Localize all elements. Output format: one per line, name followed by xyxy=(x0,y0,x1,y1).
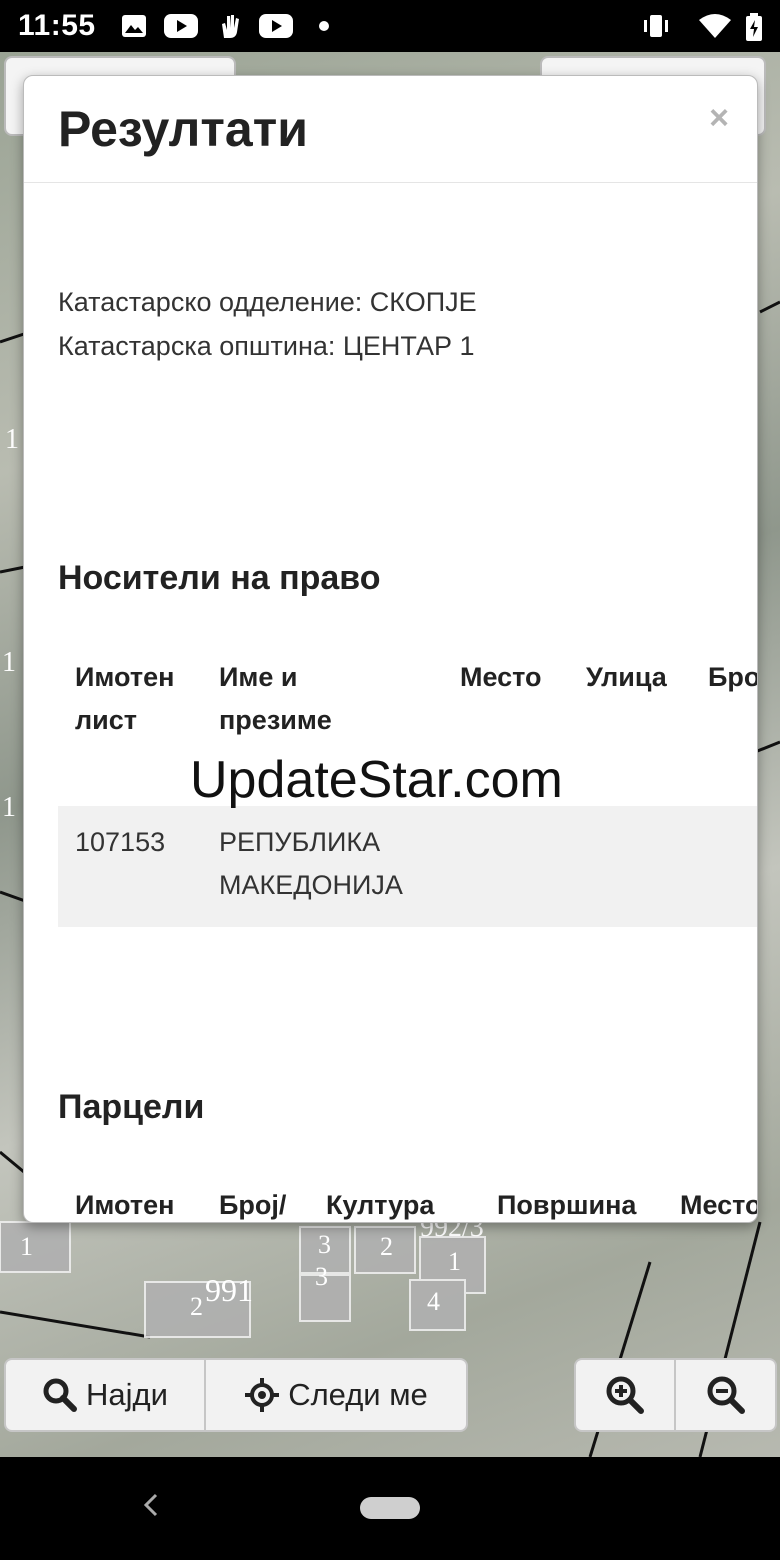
navigation-bar xyxy=(0,1457,780,1560)
map-parcel-label: 1 xyxy=(20,1232,33,1261)
owners-table-header: Имотен лист Име и презиме Место Улица Бр… xyxy=(58,656,757,756)
map-parcel-label: 1 xyxy=(448,1247,461,1276)
back-icon[interactable] xyxy=(140,1487,160,1523)
cadastral-department: Катастарско одделение: СКОПЈЕ xyxy=(58,287,477,317)
map-parcel-label: 1 xyxy=(5,424,19,455)
column-header: Бро xyxy=(708,662,757,692)
hand-icon xyxy=(222,15,239,38)
wifi-icon xyxy=(699,14,731,38)
status-time: 11:55 xyxy=(18,9,96,42)
screen: 11:55 1 1 1 1 2 3 3 2 1 4 991 992/3 Резу… xyxy=(0,0,780,1560)
modal-body[interactable]: Катастарско одделение: СКОПЈЕ Катастарск… xyxy=(24,183,757,1222)
row-owner-name: РЕПУБЛИКА МАКЕДОНИЈА xyxy=(219,827,403,900)
column-header: Имотен лист xyxy=(75,662,175,735)
table-row[interactable]: 107153 РЕПУБЛИКА МАКЕДОНИЈА xyxy=(58,806,757,927)
status-bar: 11:55 xyxy=(0,0,780,52)
modal-header: Резултати × xyxy=(24,76,757,183)
column-header: Име и презиме xyxy=(219,662,332,735)
map-parcel-label: 3 xyxy=(315,1262,328,1291)
gallery-icon xyxy=(122,15,146,37)
follow-me-button[interactable]: Следи ме xyxy=(206,1358,468,1432)
zoom-in-button[interactable] xyxy=(574,1358,676,1432)
map-parcel-label: 2 xyxy=(380,1232,393,1261)
parcels-heading: Парцели xyxy=(58,1088,205,1126)
battery-charging-icon xyxy=(746,13,762,41)
map-parcel-label: 2 xyxy=(190,1292,203,1321)
modal-title: Резултати xyxy=(58,101,308,157)
parcels-table-header: Имотен лист Број/ дел Култура Површина м… xyxy=(58,1184,757,1222)
column-header: Број/ дел xyxy=(219,1190,287,1220)
youtube-icon xyxy=(164,14,198,38)
find-button[interactable]: Најди xyxy=(4,1358,206,1432)
vibrate-icon xyxy=(644,15,668,37)
map-parcel-label: 991 xyxy=(205,1272,253,1308)
close-icon[interactable]: × xyxy=(709,98,729,138)
row-property-sheet: 107153 xyxy=(75,827,166,857)
search-icon xyxy=(43,1378,78,1412)
owners-heading: Носители на право xyxy=(58,559,381,597)
map-parcel-label: 1 xyxy=(2,647,16,678)
follow-me-button-label: Следи ме xyxy=(288,1377,428,1412)
zoom-in-icon xyxy=(606,1376,644,1414)
map-parcel-label: 1 xyxy=(2,792,16,823)
zoom-out-button[interactable] xyxy=(676,1358,777,1432)
youtube-icon xyxy=(259,14,293,38)
column-header: Место xyxy=(460,662,542,692)
cadastral-municipality: Катастарска општина: ЦЕНТАР 1 xyxy=(58,331,475,361)
crosshair-icon xyxy=(245,1378,280,1412)
find-button-label: Најди xyxy=(86,1377,168,1412)
column-header: Имотен лист xyxy=(75,1190,175,1220)
notification-dot-icon xyxy=(319,21,329,31)
watermark: UpdateStar.com xyxy=(190,751,563,809)
map-parcel-label: 3 xyxy=(318,1230,331,1259)
column-header: Улица xyxy=(586,662,667,692)
map-parcel-label: 4 xyxy=(427,1287,440,1316)
column-header: Место xyxy=(680,1190,757,1220)
column-header: Култура xyxy=(326,1190,435,1220)
home-pill[interactable] xyxy=(360,1497,420,1519)
column-header: Површина м2 xyxy=(497,1190,637,1220)
zoom-out-icon xyxy=(707,1376,745,1414)
results-modal: Резултати × Катастарско одделение: СКОПЈ… xyxy=(23,75,758,1223)
